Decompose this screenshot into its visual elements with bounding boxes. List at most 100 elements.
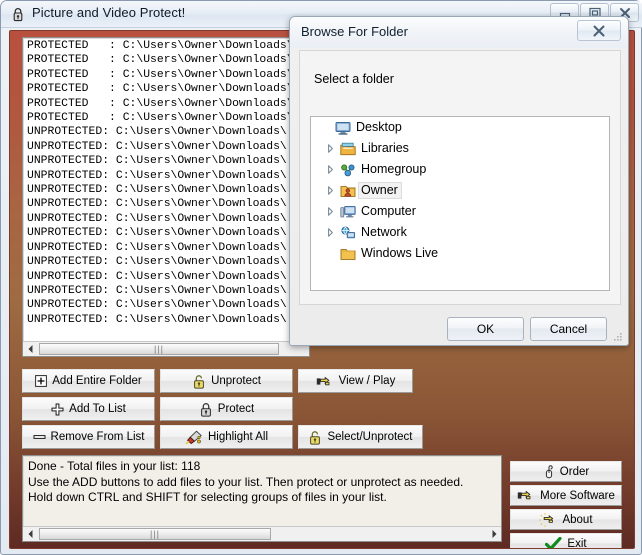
expand-arrow-icon[interactable]: [322, 165, 338, 174]
remove-from-list-button[interactable]: Remove From List: [22, 425, 155, 449]
padlock-icon: [9, 5, 27, 23]
status-message: Done - Total files in your list: 118 Use…: [28, 459, 497, 506]
shining-hand-icon: [539, 513, 557, 527]
tree-item-homegroup[interactable]: Homegroup: [311, 159, 609, 180]
file-list-row[interactable]: UNPROTECTED: C:\Users\Owner\Downloads\: [23, 125, 294, 139]
status-line-2: Use the ADD buttons to add files to your…: [28, 475, 463, 489]
dialog-ok-button[interactable]: OK: [447, 317, 524, 341]
dialog-close-button[interactable]: [577, 20, 621, 41]
file-list-row[interactable]: UNPROTECTED: C:\Users\Owner\Downloads\: [23, 154, 294, 168]
file-list-row[interactable]: PROTECTED : C:\Users\Owner\Downloads\: [23, 97, 294, 111]
file-list-row[interactable]: UNPROTECTED: C:\Users\Owner\Downloads\: [23, 255, 294, 269]
more-software-label: More Software: [540, 490, 615, 502]
file-list-row[interactable]: UNPROTECTED: C:\Users\Owner\Downloads\: [23, 169, 294, 183]
status-scroll-left-arrow-icon[interactable]: [23, 527, 38, 541]
dialog-cancel-button[interactable]: Cancel: [530, 317, 607, 341]
order-button[interactable]: Order: [510, 461, 622, 482]
file-list-horizontal-scrollbar[interactable]: |||: [23, 341, 309, 356]
file-list-row[interactable]: UNPROTECTED: C:\Users\Owner\Downloads\: [23, 270, 294, 284]
file-list-row[interactable]: UNPROTECTED: C:\Users\Owner\Downloads\: [23, 298, 294, 312]
tree-item-libraries[interactable]: Libraries: [311, 138, 609, 159]
dialog-ok-label: OK: [477, 322, 494, 336]
application-window: Picture and Video Protect!: [0, 0, 642, 555]
file-list-row[interactable]: UNPROTECTED: C:\Users\Owner\Downloads\: [23, 212, 294, 226]
file-list-row[interactable]: UNPROTECTED: C:\Users\Owner\Downloads\: [23, 284, 294, 298]
status-scroll-right-arrow-icon[interactable]: [486, 527, 501, 541]
select-unprotect-button[interactable]: Select/Unprotect: [298, 425, 423, 449]
file-list-row[interactable]: PROTECTED : C:\Users\Owner\Downloads\: [23, 39, 294, 53]
file-list-row[interactable]: PROTECTED : C:\Users\Owner\Downloads\: [23, 68, 294, 82]
file-list-row[interactable]: UNPROTECTED: C:\Users\Owner\Downloads\: [23, 241, 294, 255]
file-list-row[interactable]: PROTECTED : C:\Users\Owner\Downloads\: [23, 53, 294, 67]
open-padlock-icon: [308, 430, 322, 445]
tree-item-label: Libraries: [358, 140, 413, 157]
highlighter-icon: [185, 430, 203, 445]
file-list-row[interactable]: UNPROTECTED: C:\Users\Owner\Downloads\: [23, 140, 294, 154]
highlight-all-button[interactable]: Highlight All: [160, 425, 293, 449]
add-entire-folder-button[interactable]: Add Entire Folder: [22, 369, 155, 393]
select-unprotect-label: Select/Unprotect: [327, 431, 412, 443]
file-list-row[interactable]: UNPROTECTED: C:\Users\Owner\Downloads\: [23, 183, 294, 197]
pointing-hand-icon: [316, 375, 334, 388]
tree-item-label: Windows Live: [358, 245, 442, 262]
tree-item-network[interactable]: Network: [311, 222, 609, 243]
mouse-icon: [543, 465, 555, 479]
tree-item-label: Network: [358, 224, 411, 241]
scroll-thumb-grip-icon: |||: [154, 344, 164, 354]
add-to-list-button[interactable]: Add To List: [22, 397, 155, 421]
file-list-row[interactable]: PROTECTED : C:\Users\Owner\Downloads\: [23, 82, 294, 96]
closed-padlock-icon: [199, 402, 213, 417]
status-panel[interactable]: Done - Total files in your list: 118 Use…: [22, 455, 502, 542]
minus-icon: [33, 433, 46, 441]
dialog-titlebar: Browse For Folder: [290, 17, 628, 48]
status-horizontal-scrollbar[interactable]: |||: [23, 526, 501, 541]
expand-arrow-icon[interactable]: [322, 186, 338, 195]
scroll-left-arrow-icon[interactable]: [23, 342, 38, 356]
add-to-list-label: Add To List: [69, 403, 126, 415]
pointing-hand-icon: [517, 489, 535, 502]
protect-label: Protect: [218, 403, 254, 415]
dialog-body: Select a folder Desktop Libraries Homegrou…: [299, 50, 621, 305]
add-entire-folder-label: Add Entire Folder: [52, 375, 142, 387]
dialog-resize-grip-icon[interactable]: [612, 331, 623, 342]
folder-tree[interactable]: Desktop Libraries Homegroup Owner Computer Ne…: [310, 116, 610, 291]
library-icon: [338, 142, 358, 156]
horizontal-scroll-thumb[interactable]: |||: [39, 343, 279, 355]
file-list-row[interactable]: UNPROTECTED: C:\Users\Owner\Downloads\: [23, 226, 294, 240]
unprotect-button[interactable]: Unprotect: [160, 369, 293, 393]
expand-arrow-icon[interactable]: [322, 207, 338, 216]
order-label: Order: [560, 466, 589, 478]
dialog-prompt: Select a folder: [314, 72, 394, 86]
status-line-3: Hold down CTRL and SHIFT for selecting g…: [28, 490, 387, 504]
file-list-row[interactable]: UNPROTECTED: C:\Users\Owner\Downloads\: [23, 197, 294, 211]
folder-icon: [338, 247, 358, 261]
file-list-rows: PROTECTED : C:\Users\Owner\Downloads\PRO…: [23, 39, 294, 327]
file-list[interactable]: PROTECTED : C:\Users\Owner\Downloads\PRO…: [22, 37, 310, 357]
tree-item-windows-live[interactable]: Windows Live: [311, 243, 609, 264]
tree-item-label: Computer: [358, 203, 420, 220]
file-list-row[interactable]: PROTECTED : C:\Users\Owner\Downloads\: [23, 111, 294, 125]
window-title: Picture and Video Protect!: [32, 5, 185, 20]
protect-button[interactable]: Protect: [160, 397, 293, 421]
tree-item-desktop[interactable]: Desktop: [311, 117, 609, 138]
view-play-button[interactable]: View / Play: [298, 369, 413, 393]
about-button[interactable]: About: [510, 509, 622, 530]
add-folder-icon: [35, 375, 47, 387]
expand-arrow-icon[interactable]: [322, 228, 338, 237]
tree-item-computer[interactable]: Computer: [311, 201, 609, 222]
dialog-cancel-label: Cancel: [550, 322, 587, 336]
unprotect-label: Unprotect: [211, 375, 261, 387]
status-scroll-thumb[interactable]: |||: [39, 528, 271, 540]
tree-item-label: Owner: [358, 182, 402, 199]
status-scroll-thumb-grip-icon: |||: [150, 529, 160, 539]
tree-item-owner[interactable]: Owner: [311, 180, 609, 201]
file-list-row[interactable]: UNPROTECTED: C:\Users\Owner\Downloads\: [23, 313, 294, 327]
remove-from-list-label: Remove From List: [51, 431, 145, 443]
exit-button[interactable]: Exit: [510, 533, 622, 549]
expand-arrow-icon[interactable]: [322, 144, 338, 153]
more-software-button[interactable]: More Software: [510, 485, 622, 506]
user-folder-icon: [338, 184, 358, 198]
plus-icon: [51, 403, 64, 416]
about-label: About: [562, 514, 592, 526]
computer-icon: [338, 205, 358, 219]
